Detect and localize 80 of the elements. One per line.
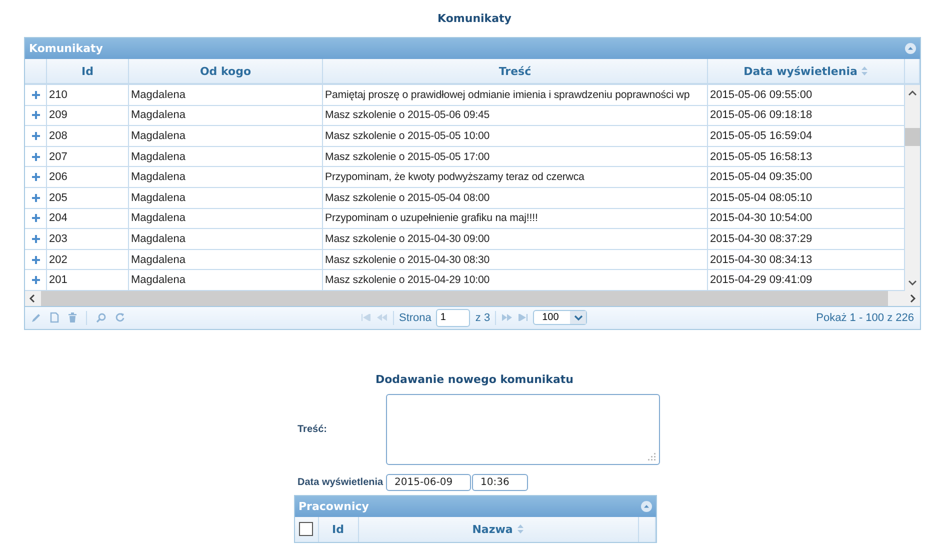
expand-icon[interactable] (32, 256, 40, 264)
table-cell: Przypominam, że kwoty podwyższamy teraz od czerwca (323, 167, 708, 187)
scroll-down-icon[interactable] (908, 280, 917, 286)
scroll-left-icon[interactable] (29, 294, 35, 303)
content-field[interactable] (386, 394, 660, 465)
table-cell: Masz szkolenie o 2015-05-05 10:00 (323, 126, 708, 146)
new-document-icon[interactable] (50, 312, 59, 324)
table-cell: Masz szkolenie o 2015-04-29 10:00 (323, 270, 708, 290)
table-cell: 209 (47, 106, 129, 126)
column-header[interactable]: Nazwa (358, 516, 638, 542)
grid-caption: Pracownicy (298, 500, 369, 513)
field-label: Data wyświetlenia (296, 476, 384, 488)
table-cell: Magdalena (129, 126, 323, 146)
table-cell: Masz szkolenie o 2015-05-04 08:00 (323, 188, 708, 208)
table-cell: Masz szkolenie o 2015-04-30 09:00 (323, 229, 708, 249)
page-label: Strona (399, 312, 432, 324)
page-input[interactable]: 1 (436, 308, 470, 327)
field-label: Treść: (296, 424, 328, 435)
expand-icon[interactable] (32, 111, 40, 120)
expand-icon[interactable] (32, 132, 40, 140)
table-cell: Masz szkolenie o 2015-04-30 08:30 (323, 250, 708, 270)
table-cell: Masz szkolenie o 2015-05-05 17:00 (323, 146, 708, 166)
table-cell: 203 (47, 229, 129, 249)
column-header[interactable]: Treść (323, 59, 708, 83)
table-cell: Magdalena (129, 146, 323, 166)
table-cell: Magdalena (129, 167, 323, 187)
scroll-up-icon[interactable] (908, 90, 917, 96)
table-cell: Magdalena (129, 250, 323, 270)
sort-icon[interactable] (861, 66, 868, 76)
caret-icon (574, 314, 583, 321)
time-field[interactable]: 10:36 (472, 474, 528, 491)
table-cell: 207 (47, 146, 129, 166)
table-cell: Magdalena (129, 208, 323, 228)
expand-icon[interactable] (32, 90, 40, 99)
table-cell: 208 (47, 126, 129, 146)
trash-icon[interactable] (68, 312, 77, 324)
page-count: z 3 (475, 312, 490, 324)
grid-caption: Komunikaty (29, 42, 103, 55)
table-cell: 201 (47, 270, 129, 290)
table-cell: Magdalena (129, 188, 323, 208)
pencil-icon[interactable] (31, 312, 41, 323)
records-summary: Pokaż 1 - 100 z 226 (816, 312, 914, 324)
date-field[interactable]: 2015-06-09 (386, 474, 470, 491)
expand-icon[interactable] (32, 276, 40, 284)
resize-grip-icon[interactable] (648, 452, 656, 461)
collapse-icon[interactable] (905, 43, 916, 54)
expand-icon[interactable] (32, 234, 40, 243)
column-header[interactable]: Data wyświetlenia (708, 59, 905, 83)
column-header[interactable]: Id (47, 59, 129, 83)
next-page-icon[interactable] (501, 314, 514, 322)
table-cell: Przypominam o uzupełnienie grafiku na maj!!!! (323, 208, 708, 228)
table-cell: 205 (47, 188, 129, 208)
sort-icon[interactable] (516, 524, 524, 534)
form-title: Dodawanie nowego komunikatu (375, 372, 574, 388)
scrollbar-thumb[interactable] (905, 128, 920, 146)
table-cell: Magdalena (129, 229, 323, 249)
table-cell: Magdalena (129, 85, 323, 105)
scroll-right-icon[interactable] (910, 294, 916, 303)
refresh-icon[interactable] (115, 312, 125, 324)
table-cell: Masz szkolenie o 2015-05-06 09:45 (323, 106, 708, 126)
expand-icon[interactable] (32, 194, 40, 202)
page-size-select[interactable]: 100 (533, 310, 588, 326)
column-header[interactable]: Od kogo (129, 59, 323, 83)
collapse-icon[interactable] (640, 500, 652, 512)
table-cell: 204 (47, 208, 129, 228)
table-cell: Magdalena (129, 106, 323, 126)
search-icon[interactable] (96, 312, 106, 323)
last-page-icon[interactable] (518, 314, 528, 322)
select-all-checkbox[interactable] (299, 522, 313, 536)
table-cell: 206 (47, 167, 129, 187)
table-cell: Pamiętaj proszę o prawidłowej odmianie imienia i sprawdzeniu poprawności wp (323, 85, 708, 105)
table-cell: Magdalena (129, 270, 323, 290)
table-cell: 210 (47, 85, 129, 105)
expand-icon[interactable] (32, 214, 40, 222)
expand-icon[interactable] (32, 173, 40, 182)
table-cell: 202 (47, 250, 129, 270)
page-title: Komunikaty (438, 12, 512, 27)
column-header[interactable]: Id (318, 516, 358, 542)
vertical-scrollbar[interactable] (905, 85, 920, 291)
expand-icon[interactable] (32, 152, 40, 161)
